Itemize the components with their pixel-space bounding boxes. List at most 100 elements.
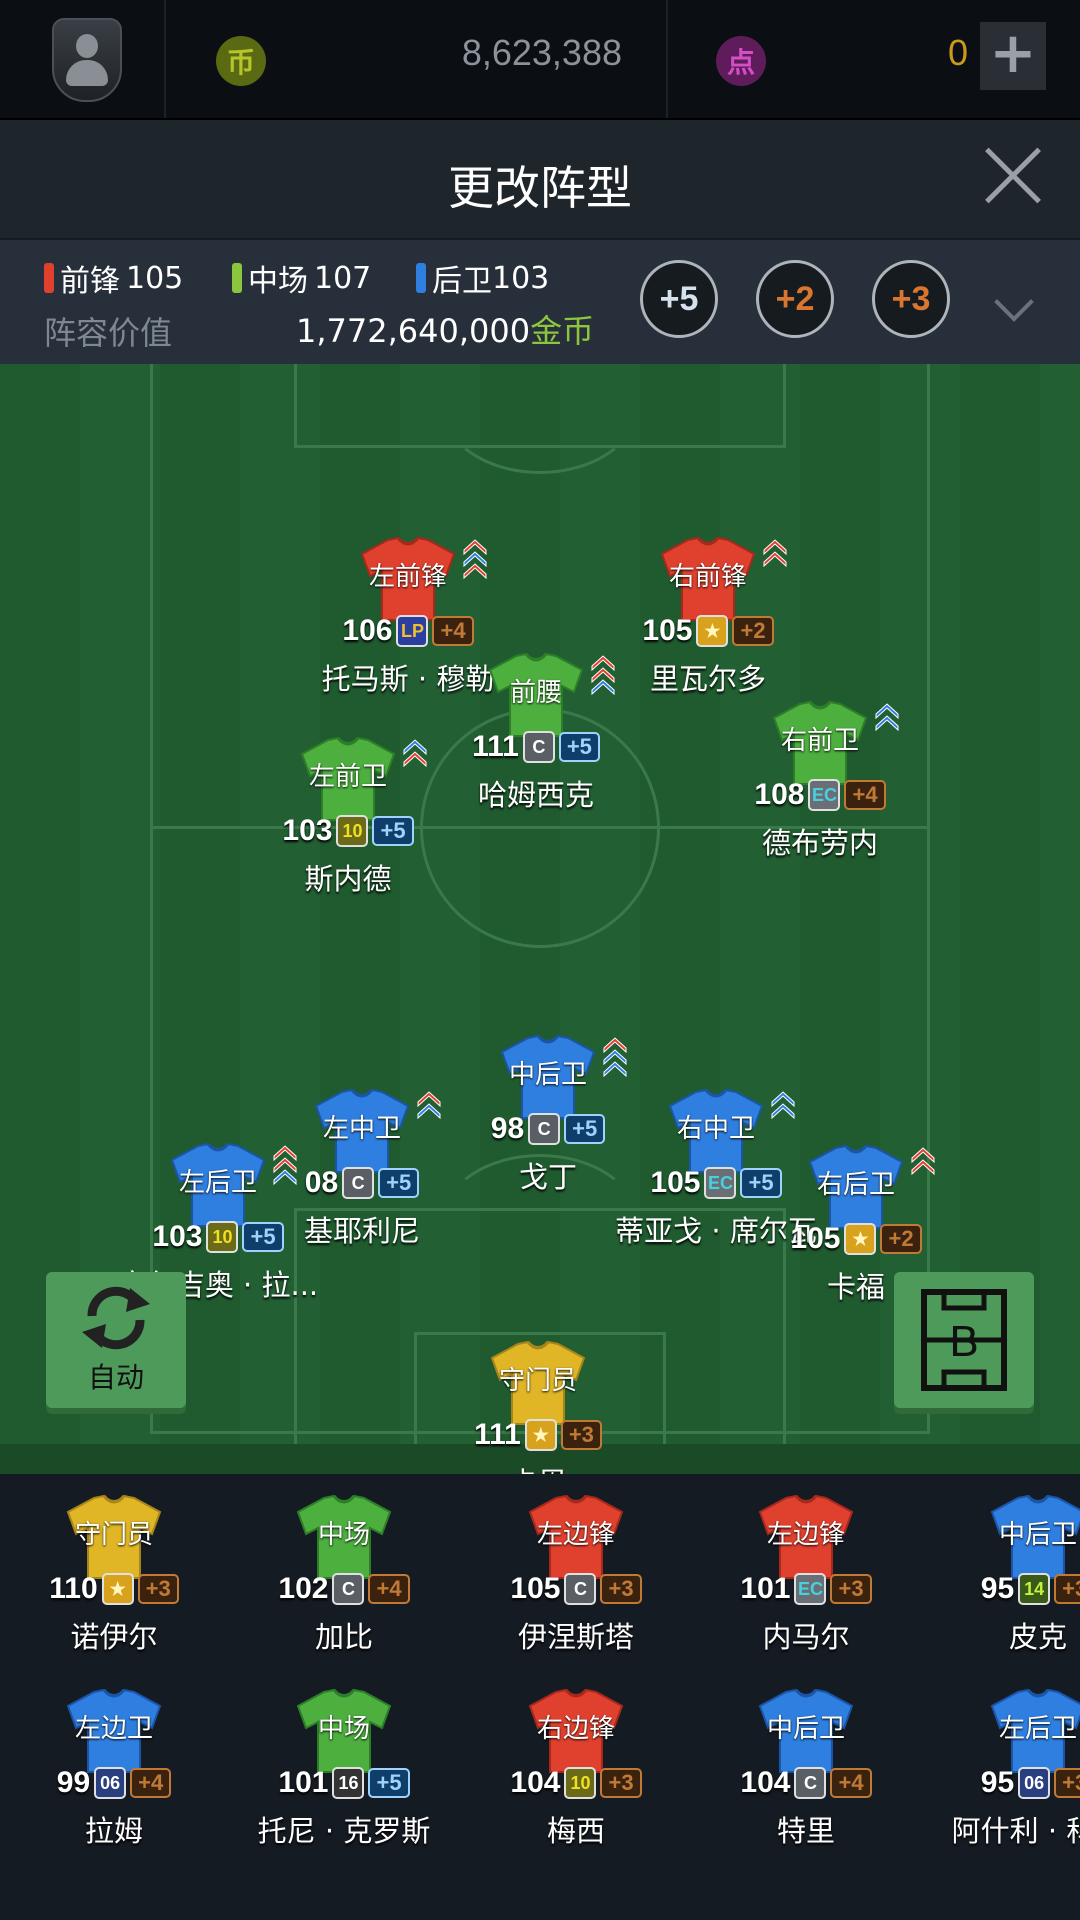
player-rating-row: 104 C +4 <box>716 1766 896 1800</box>
player-position: 左前卫 <box>308 762 387 792</box>
player-rating: 95 <box>980 1766 1015 1799</box>
divider <box>666 0 668 118</box>
upgrade-level: +3 <box>600 1574 642 1604</box>
player-rating: 103 <box>152 1220 203 1253</box>
season-badge: C <box>332 1573 365 1605</box>
lineup-value: 1,772,640,000金币 <box>296 306 594 352</box>
upgrade-level: +5 <box>242 1222 284 1252</box>
season-badge: EC <box>808 779 841 811</box>
season-badge: LP <box>396 615 429 647</box>
defense-color-bar <box>416 263 426 293</box>
player-name: 哈姆西克 <box>477 778 594 812</box>
player-position: 左边锋 <box>766 1520 845 1550</box>
upgrade-level: +3 <box>1054 1768 1080 1798</box>
points-icon: 点 <box>716 36 766 86</box>
boost-plus3-button[interactable]: +3 <box>872 260 950 338</box>
season-badge: 10 <box>206 1221 239 1253</box>
player-rating: 104 <box>740 1766 791 1799</box>
season-badge: 14 <box>1018 1573 1051 1605</box>
player-rating: 95 <box>980 1572 1015 1605</box>
player-rating: 99 <box>56 1766 91 1799</box>
season-badge: C <box>522 731 555 763</box>
player-name: 斯内德 <box>304 862 392 896</box>
player-rating-row: 110 ★ +3 <box>24 1572 204 1606</box>
player-rating: 105 <box>642 614 693 647</box>
player-rating-row: 08 C +5 <box>272 1166 452 1200</box>
upgrade-level: +3 <box>137 1574 179 1604</box>
top-bar: 币 8,623,388 点 0 + <box>0 0 1080 120</box>
upgrade-level: +4 <box>368 1574 410 1604</box>
player-rating: 106 <box>342 614 393 647</box>
player-position: 右中卫 <box>676 1114 755 1144</box>
add-points-button[interactable]: + <box>980 22 1046 90</box>
season-badge: ★ <box>524 1419 557 1451</box>
forward-value: 105 <box>126 260 184 296</box>
upgrade-level: +3 <box>600 1768 642 1798</box>
season-badge: 10 <box>336 815 369 847</box>
player-position: 中场 <box>317 1520 370 1550</box>
player-position: 前腰 <box>509 678 562 708</box>
upgrade-level: +3 <box>830 1574 872 1604</box>
player-position: 右边锋 <box>536 1714 615 1744</box>
player-rating-row: 101 EC +3 <box>716 1572 896 1606</box>
player-rating-row: 106 LP +4 <box>318 614 498 648</box>
formation-label: B <box>949 1317 978 1366</box>
player-position: 左后卫 <box>178 1168 257 1198</box>
player-rating-row: 99 06 +4 <box>24 1766 204 1800</box>
boost-plus2-button[interactable]: +2 <box>756 260 834 338</box>
player-position: 左后卫 <box>998 1714 1077 1744</box>
boost-plus5-button[interactable]: +5 <box>640 260 718 338</box>
player-rating-row: 101 16 +5 <box>254 1766 434 1800</box>
manager-avatar[interactable] <box>52 18 122 102</box>
defense-label: 后卫 <box>432 264 492 299</box>
upgrade-level: +2 <box>880 1224 922 1254</box>
player-rating: 108 <box>754 778 805 811</box>
refresh-icon <box>82 1286 150 1350</box>
coin-balance: 8,623,388 <box>461 32 622 73</box>
player-position: 左边卫 <box>74 1714 153 1744</box>
close-icon[interactable] <box>984 146 1042 204</box>
upgrade-level: +2 <box>732 616 774 646</box>
player-position: 右前卫 <box>780 726 859 756</box>
season-badge: C <box>564 1573 597 1605</box>
coin-icon: 币 <box>216 36 266 86</box>
season-badge: EC <box>704 1167 737 1199</box>
player-rating: 105 <box>510 1572 561 1605</box>
season-badge: 06 <box>1018 1767 1051 1799</box>
formation-button[interactable]: B <box>894 1272 1034 1408</box>
season-badge: ★ <box>844 1223 877 1255</box>
player-rating: 98 <box>490 1112 525 1145</box>
player-rating-row: 98 C +5 <box>458 1112 638 1146</box>
upgrade-level: +3 <box>1054 1574 1080 1604</box>
season-badge: ★ <box>101 1573 134 1605</box>
player-name: 皮克 <box>1008 1620 1067 1654</box>
player-name: 阿什利 · 科尔 <box>951 1814 1080 1848</box>
upgrade-level: +4 <box>830 1768 872 1798</box>
player-rating-row: 95 14 +3 <box>948 1572 1080 1606</box>
player-position: 中后卫 <box>508 1060 587 1090</box>
midfield-label: 中场 <box>248 264 308 299</box>
season-badge: 10 <box>564 1767 597 1799</box>
player-rating: 101 <box>278 1766 329 1799</box>
season-badge: EC <box>794 1573 827 1605</box>
upgrade-level: +4 <box>130 1768 172 1798</box>
upgrade-level: +4 <box>432 616 474 646</box>
points-balance: 0 <box>947 32 968 73</box>
player-name: 德布劳内 <box>761 826 878 860</box>
player-position: 守门员 <box>498 1366 577 1396</box>
season-badge: C <box>528 1113 561 1145</box>
player-rating: 104 <box>510 1766 561 1799</box>
auto-button[interactable]: 自动 <box>46 1272 186 1408</box>
player-rating-row: 111 C +5 <box>446 730 626 764</box>
defense-stat: 后卫 103 <box>416 256 549 300</box>
lineup-value-label: 阵容价值 <box>44 314 173 352</box>
player-rating-row: 104 10 +3 <box>486 1766 666 1800</box>
player-rating-row: 103 10 +5 <box>258 814 438 848</box>
player-rating-row: 108 EC +4 <box>730 778 910 812</box>
midfield-color-bar <box>232 263 242 293</box>
player-position: 左前锋 <box>368 562 447 592</box>
upgrade-level: +5 <box>558 732 600 762</box>
player-position: 守门员 <box>74 1520 153 1550</box>
player-rating: 110 <box>49 1572 98 1605</box>
lineup-value-unit: 金币 <box>530 312 595 350</box>
